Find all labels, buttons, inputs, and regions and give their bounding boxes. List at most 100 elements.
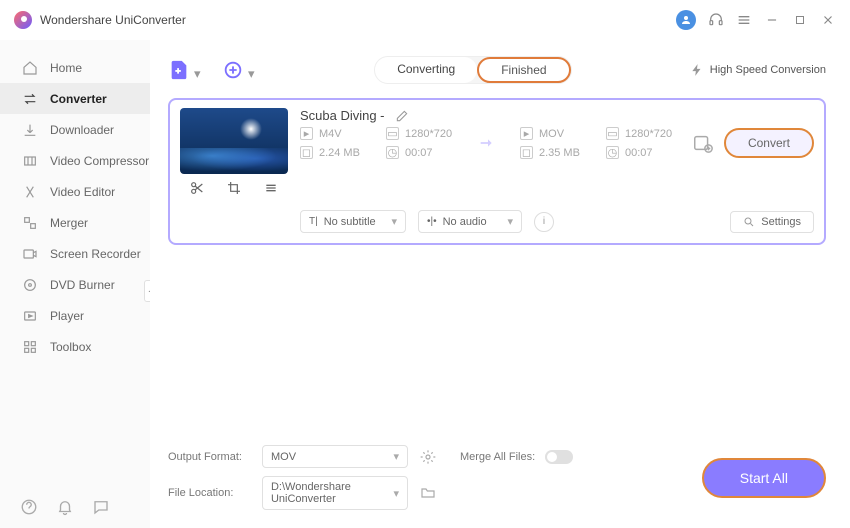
subtitle-value: No subtitle xyxy=(324,216,376,228)
edit-title-icon[interactable] xyxy=(395,109,409,123)
sidebar-item-toolbox[interactable]: Toolbox xyxy=(0,331,150,362)
tab-finished[interactable]: Finished xyxy=(477,57,570,83)
target-meta: ▸ MOV ◻ 2.35 MB xyxy=(520,127,590,159)
search-icon xyxy=(743,216,755,228)
bell-icon[interactable] xyxy=(56,498,74,516)
sidebar-item-recorder[interactable]: Screen Recorder xyxy=(0,238,150,269)
source-meta: ▸M4V ◻2.24 MB xyxy=(300,127,370,159)
sidebar-item-label: DVD Burner xyxy=(50,278,115,292)
folder-icon[interactable] xyxy=(420,485,436,501)
source-duration: 00:07 xyxy=(405,147,433,159)
chevron-down-icon: ▾ xyxy=(393,450,399,463)
output-format-value: MOV xyxy=(271,451,296,463)
sidebar-item-merger[interactable]: Merger xyxy=(0,207,150,238)
sidebar-footer xyxy=(20,498,110,516)
sidebar-item-label: Downloader xyxy=(50,123,114,137)
add-file-icon xyxy=(168,59,190,81)
file-location-dropdown[interactable]: D:\Wondershare UniConverter▾ xyxy=(262,476,408,510)
more-icon[interactable] xyxy=(263,180,279,196)
clock-icon: ◷ xyxy=(386,146,399,159)
sidebar-item-home[interactable]: Home xyxy=(0,52,150,83)
source-meta2: ▭1280*720 ◷00:07 xyxy=(386,127,456,159)
sidebar-item-label: Converter xyxy=(50,92,107,106)
sidebar-item-label: Toolbox xyxy=(50,340,91,354)
topbar-left: ▾ ▾ xyxy=(168,59,256,81)
crop-icon[interactable] xyxy=(226,180,242,196)
source-resolution: 1280*720 xyxy=(405,128,452,140)
sidebar-item-label: Merger xyxy=(50,216,88,230)
video-icon: ▸ xyxy=(300,127,313,140)
start-all-button[interactable]: Start All xyxy=(702,458,826,498)
merger-icon xyxy=(22,215,38,231)
sidebar-item-editor[interactable]: Video Editor xyxy=(0,176,150,207)
merge-toggle[interactable] xyxy=(545,450,573,464)
close-icon[interactable] xyxy=(820,12,836,28)
recorder-icon xyxy=(22,246,38,262)
sidebar-item-converter[interactable]: Converter xyxy=(0,83,150,114)
high-speed-label: High Speed Conversion xyxy=(710,64,826,76)
target-size: 2.35 MB xyxy=(539,147,580,159)
topbar: ▾ ▾ Converting Finished High Speed Conve… xyxy=(168,48,826,92)
chevron-down-icon: ▾ xyxy=(248,66,256,74)
bolt-icon xyxy=(690,63,704,77)
sidebar-item-burner[interactable]: DVD Burner xyxy=(0,269,150,300)
maximize-icon[interactable] xyxy=(792,12,808,28)
file-icon: ◻ xyxy=(520,146,533,159)
tab-converting[interactable]: Converting xyxy=(375,57,477,83)
settings-button[interactable]: Settings xyxy=(730,211,814,233)
menu-icon[interactable] xyxy=(736,12,752,28)
subtitle-dropdown[interactable]: T|No subtitle▾ xyxy=(300,210,406,233)
target-format: MOV xyxy=(539,128,564,140)
sidebar-item-label: Screen Recorder xyxy=(50,247,141,261)
file-location-label: File Location: xyxy=(168,487,250,499)
headset-icon[interactable] xyxy=(708,12,724,28)
converter-icon xyxy=(22,91,38,107)
format-settings-icon[interactable] xyxy=(692,132,714,154)
audio-dropdown[interactable]: •|•No audio▾ xyxy=(418,210,522,233)
chevron-down-icon: ▾ xyxy=(393,487,399,500)
source-size: 2.24 MB xyxy=(319,147,360,159)
add-target-icon xyxy=(222,59,244,81)
target-resolution: 1280*720 xyxy=(625,128,672,140)
sidebar-item-player[interactable]: Player xyxy=(0,300,150,331)
sidebar-item-label: Video Editor xyxy=(50,185,115,199)
add-file-button[interactable]: ▾ xyxy=(168,59,202,81)
titlebar-right xyxy=(676,10,836,30)
trim-icon[interactable] xyxy=(189,180,205,196)
high-speed-toggle[interactable]: High Speed Conversion xyxy=(690,63,826,77)
content-area: ▾ ▾ Converting Finished High Speed Conve… xyxy=(150,40,850,528)
merge-label: Merge All Files: xyxy=(460,451,535,463)
help-icon[interactable] xyxy=(20,498,38,516)
sidebar-item-compressor[interactable]: Video Compressor xyxy=(0,145,150,176)
video-icon: ▸ xyxy=(520,127,533,140)
editor-icon xyxy=(22,184,38,200)
resolution-icon: ▭ xyxy=(606,127,619,140)
output-format-dropdown[interactable]: MOV ▾ xyxy=(262,445,408,468)
gear-icon[interactable] xyxy=(420,449,436,465)
add-url-button[interactable]: ▾ xyxy=(222,59,256,81)
user-avatar-icon[interactable] xyxy=(676,10,696,30)
home-icon xyxy=(22,60,38,76)
convert-button[interactable]: Convert xyxy=(724,128,814,158)
sidebar-item-downloader[interactable]: Downloader xyxy=(0,114,150,145)
settings-label: Settings xyxy=(761,216,801,228)
footer: Output Format: MOV ▾ Merge All Files: Fil… xyxy=(168,433,826,528)
output-format-label: Output Format: xyxy=(168,451,250,463)
chevron-down-icon: ▾ xyxy=(194,66,202,74)
audio-value: No audio xyxy=(443,216,487,228)
info-icon[interactable]: i xyxy=(534,212,554,232)
minimize-icon[interactable] xyxy=(764,12,780,28)
compressor-icon xyxy=(22,153,38,169)
clock-icon: ◷ xyxy=(606,146,619,159)
sidebar-item-label: Home xyxy=(50,61,82,75)
chevron-down-icon: ▾ xyxy=(507,215,513,228)
app-logo-icon xyxy=(14,11,32,29)
burner-icon xyxy=(22,277,38,293)
feedback-icon[interactable] xyxy=(92,498,110,516)
player-icon xyxy=(22,308,38,324)
source-format: M4V xyxy=(319,128,342,140)
titlebar-left: Wondershare UniConverter xyxy=(14,11,186,29)
chevron-down-icon: ▾ xyxy=(391,215,397,228)
arrow-icon xyxy=(472,132,504,154)
video-thumbnail[interactable] xyxy=(180,108,288,174)
